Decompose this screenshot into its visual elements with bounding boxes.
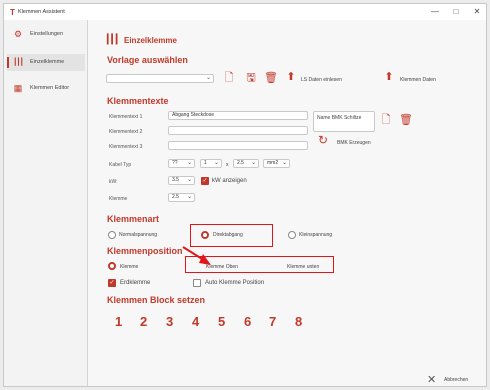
delete-icon[interactable]: 🗑 xyxy=(399,114,413,126)
page-title: Einzelklemme xyxy=(124,36,177,45)
upload-arrow-icon[interactable]: ⬆ xyxy=(285,71,297,83)
kw-anzeigen-label: kW anzeigen xyxy=(212,178,247,184)
terminal-icon: ┃┃┃ xyxy=(13,59,24,66)
section-title-klemmenart: Klemmenart xyxy=(107,214,160,224)
erdklemme-checkbox[interactable]: ✓ xyxy=(108,279,116,287)
kabel-typ-label: Kabel Typ xyxy=(109,162,132,168)
section-title-klemmentexte: Klemmentexte xyxy=(107,96,169,106)
sidebar-item-label: Klemmen Editor xyxy=(30,85,70,91)
bmk-name-box[interactable]: Name BMK Schiltze xyxy=(313,111,375,132)
klemmentext-1-label: Klemmentext 1 xyxy=(109,114,143,120)
kw-anzeigen-checkbox[interactable]: ✓ xyxy=(201,177,209,185)
delete-icon[interactable]: 🗑 xyxy=(264,72,278,84)
klemme-select[interactable]: 2.5 ⌄ xyxy=(168,193,195,202)
kabel-querschnitt-value: 2.5 xyxy=(237,160,244,166)
auto-position-checkbox[interactable] xyxy=(193,279,201,287)
kabel-adern-select[interactable]: 1 ⌄ xyxy=(200,159,222,168)
auto-position-label: Auto Klemme Position xyxy=(205,280,265,286)
klemme-radio-label: Klemme xyxy=(120,264,139,270)
sidebar-item-label: Einstellungen xyxy=(30,31,64,37)
section-title-block: Klemmen Block setzen xyxy=(107,295,206,305)
refresh-icon[interactable]: ↻ xyxy=(317,134,329,146)
kabel-typ-select[interactable]: ?? ⌄ xyxy=(168,159,195,168)
save-icon[interactable]: 🖫 xyxy=(245,72,257,84)
gear-icon: ⚙ xyxy=(13,29,23,39)
new-document-icon[interactable]: 🗋 xyxy=(223,72,235,84)
upload-arrow-icon[interactable]: ⬆ xyxy=(383,71,395,83)
direktabgang-radio[interactable] xyxy=(201,231,209,239)
block-number-button[interactable]: 6 xyxy=(244,314,251,329)
chevron-down-icon: ⌄ xyxy=(281,160,287,166)
kw-select[interactable]: 3.5 ⌄ xyxy=(168,176,195,185)
normalspannung-radio[interactable] xyxy=(108,231,116,239)
chevron-down-icon: ⌄ xyxy=(213,160,219,166)
kabel-einheit-value: mm2 xyxy=(267,160,279,166)
kw-label: kW: xyxy=(109,179,118,185)
chevron-down-icon: ⌄ xyxy=(250,160,256,166)
block-number-button[interactable]: 8 xyxy=(295,314,302,329)
klemmentext-3-input[interactable] xyxy=(168,141,308,150)
normalspannung-label: Normalspannung xyxy=(119,232,158,238)
kleinspannung-radio[interactable] xyxy=(288,231,296,239)
sidebar-item-einstellungen[interactable]: ⚙ Einstellungen xyxy=(7,26,85,43)
vorlage-select[interactable]: ⌄ xyxy=(106,74,214,83)
kabel-typ-value: ?? xyxy=(172,160,178,166)
block-number-button[interactable]: 4 xyxy=(192,314,199,329)
klemmentext-3-label: Klemmentext 3 xyxy=(109,144,143,150)
minimize-button[interactable]: — xyxy=(428,7,442,16)
building-icon: ▦ xyxy=(13,83,23,93)
section-title-vorlage: Vorlage auswählen xyxy=(107,55,188,65)
block-number-button[interactable]: 5 xyxy=(218,314,225,329)
erdklemme-label: Erdklemme xyxy=(120,280,151,286)
app-logo-icon: T xyxy=(10,8,15,17)
new-document-icon[interactable]: 🗋 xyxy=(380,114,392,126)
block-number-button[interactable]: 1 xyxy=(115,314,122,329)
bmk-name-text: Name BMK Schiltze xyxy=(317,115,362,121)
kleinspannung-label: Kleinspannung xyxy=(299,232,333,238)
chevron-down-icon: ⌄ xyxy=(186,177,192,183)
chevron-down-icon: ⌄ xyxy=(186,160,192,166)
klemmen-daten-button[interactable]: Klemmen Daten xyxy=(400,77,436,83)
close-icon: ✕ xyxy=(427,374,437,386)
chevron-down-icon: ⌄ xyxy=(186,194,192,200)
klemme-unten-option[interactable]: Klemme unten xyxy=(287,264,319,270)
klemmentext-2-input[interactable] xyxy=(168,126,308,135)
sidebar: ⚙ Einstellungen ┃┃┃ Einzelklemme ▦ Klemm… xyxy=(4,20,88,386)
kabel-querschnitt-select[interactable]: 2.5 ⌄ xyxy=(233,159,259,168)
klemme-value: 2.5 xyxy=(172,194,179,200)
klemmentext-1-input[interactable]: Abgang Steckdose xyxy=(168,111,308,120)
pointer-arrow-icon xyxy=(182,246,211,265)
block-number-button[interactable]: 2 xyxy=(140,314,147,329)
klemme-label: Klemme xyxy=(109,196,128,202)
main-content: ┃┃┃ Einzelklemme Vorlage auswählen ⌄ 🗋 🖫… xyxy=(89,20,486,386)
sidebar-item-klemmen-editor[interactable]: ▦ Klemmen Editor xyxy=(7,80,85,97)
klemmentext-2-label: Klemmentext 2 xyxy=(109,129,143,135)
kabel-einheit-select[interactable]: mm2 ⌄ xyxy=(263,159,290,168)
kabel-adern-value: 1 xyxy=(204,160,207,166)
kw-value: 3.5 xyxy=(172,177,179,183)
terminal-icon: ┃┃┃ xyxy=(105,34,119,44)
app-window: T Klemmen Assistent — □ ✕ ⚙ Einstellunge… xyxy=(3,3,487,387)
block-number-button[interactable]: 3 xyxy=(166,314,173,329)
sidebar-item-label: Einzelklemme xyxy=(30,59,65,65)
bmk-erzeugen-button[interactable]: BMK Erzeugen xyxy=(337,140,371,146)
title-bar: T Klemmen Assistent — □ ✕ xyxy=(4,4,486,20)
sidebar-item-einzelklemme[interactable]: ┃┃┃ Einzelklemme xyxy=(7,54,85,71)
window-title: Klemmen Assistent xyxy=(18,9,65,15)
ls-daten-button[interactable]: LS Daten einlesen xyxy=(301,77,342,83)
chevron-down-icon: ⌄ xyxy=(205,75,211,81)
abbrechen-label: Abbrechen xyxy=(444,377,469,383)
block-number-button[interactable]: 7 xyxy=(269,314,276,329)
kabel-x-label: x xyxy=(226,162,229,168)
close-window-button[interactable]: ✕ xyxy=(470,7,484,16)
section-title-klemmenposition: Klemmenposition xyxy=(107,246,183,256)
klemme-radio[interactable] xyxy=(108,262,116,270)
maximize-button[interactable]: □ xyxy=(449,7,463,16)
direktabgang-label: Direktabgang xyxy=(213,232,243,238)
abbrechen-button[interactable]: ✕ Abbrechen xyxy=(427,374,485,387)
